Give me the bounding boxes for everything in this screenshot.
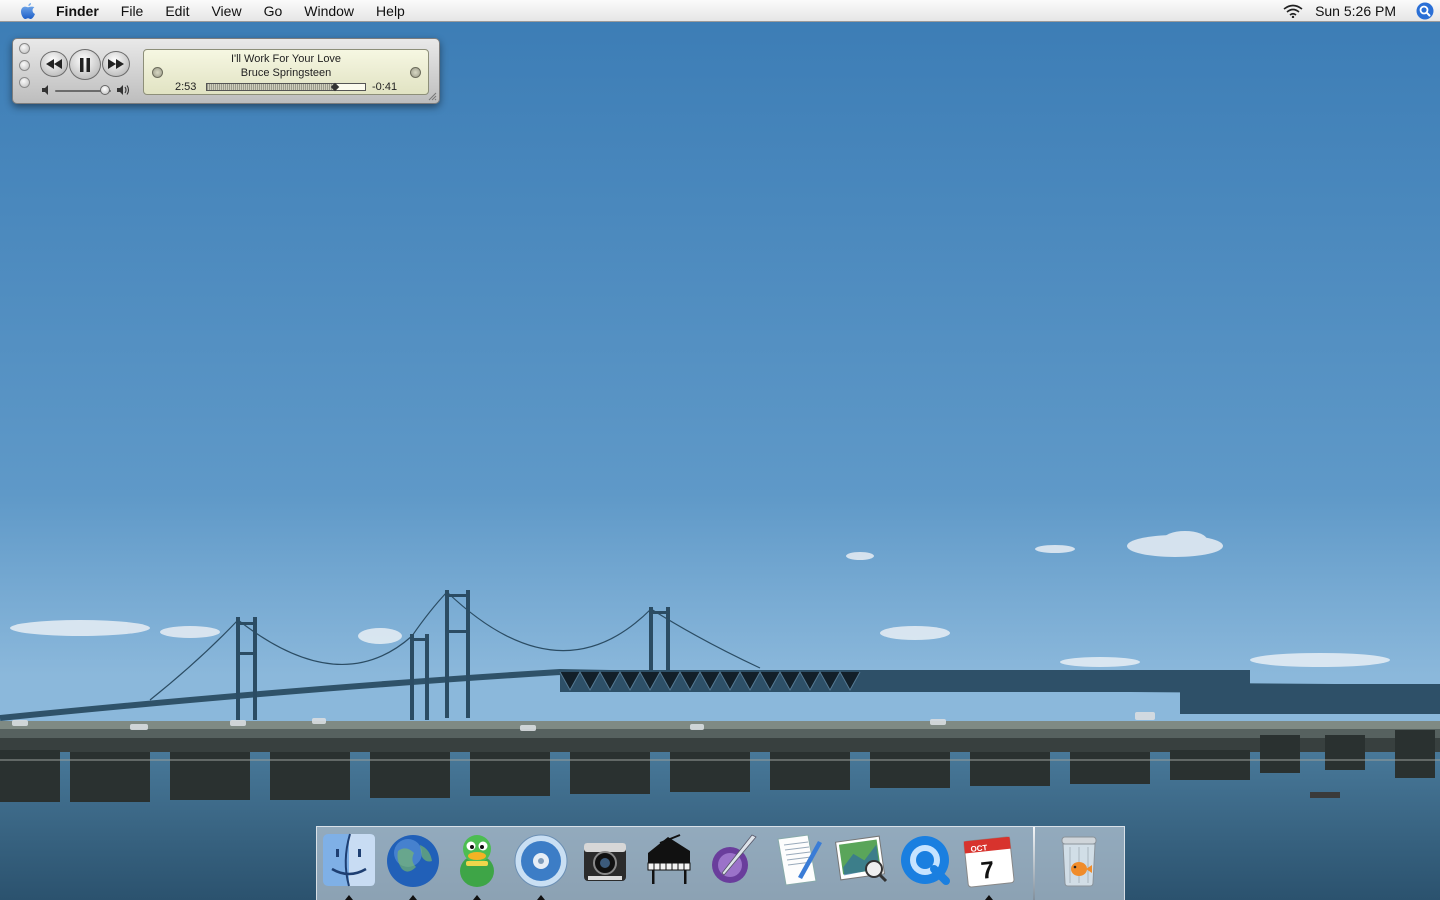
- wifi-icon: [1283, 4, 1303, 18]
- finder-icon: [323, 833, 375, 887]
- dock-item-network-browser[interactable]: [381, 827, 445, 900]
- zoom-window-button[interactable]: [19, 77, 30, 88]
- dock-item-preview[interactable]: [829, 827, 893, 900]
- pause-icon: [80, 57, 90, 72]
- calendar-month: OCT: [970, 843, 988, 854]
- dock-item-textedit[interactable]: [765, 827, 829, 900]
- apple-menu[interactable]: [0, 0, 56, 22]
- menu-file[interactable]: File: [110, 0, 155, 22]
- menu-finder[interactable]: Finder: [56, 0, 110, 22]
- dock-item-photo-booth[interactable]: [573, 827, 637, 900]
- camera-icon: [584, 843, 626, 881]
- dock-item-garageband[interactable]: [637, 827, 701, 900]
- close-window-button[interactable]: [19, 43, 30, 54]
- desktop-wallpaper: [0, 0, 1440, 900]
- song-title: I'll Work For Your Love: [230, 53, 342, 65]
- snapback-button[interactable]: [152, 67, 163, 78]
- quicktime-icon: [901, 836, 950, 885]
- document-pen-icon: [777, 834, 822, 886]
- running-indicator: [537, 895, 545, 900]
- dock-divider: [1033, 827, 1035, 900]
- rewind-icon: [46, 59, 62, 69]
- running-indicator: [345, 895, 353, 900]
- calendar-icon: OCT 7: [963, 836, 1015, 888]
- artist-name: Bruce Springsteen: [240, 67, 332, 79]
- menu-bar: Finder File Edit View Go Window Help Sun…: [0, 0, 1440, 22]
- elapsed-time: 2:53: [175, 81, 197, 93]
- trash-icon: [1061, 836, 1097, 887]
- dock-item-ical[interactable]: OCT 7: [957, 827, 1021, 900]
- playback-progress-bar[interactable]: [206, 82, 366, 92]
- dvd-disc-icon: [514, 834, 568, 888]
- menu-window[interactable]: Window: [293, 0, 365, 22]
- dock-item-quill-app[interactable]: [701, 827, 765, 900]
- spotlight-search-icon: [1416, 2, 1434, 19]
- dock-item-adium[interactable]: [445, 827, 509, 900]
- apple-logo-icon: [21, 2, 35, 19]
- menu-edit[interactable]: Edit: [154, 0, 200, 22]
- volume-high-icon: [117, 85, 130, 95]
- remaining-time: -0:41: [372, 81, 398, 93]
- running-indicator: [473, 895, 481, 900]
- rewind-button[interactable]: [40, 51, 68, 77]
- menu-clock[interactable]: Sun 5:26 PM: [1305, 0, 1410, 22]
- dock-item-dvd-player[interactable]: [509, 827, 573, 900]
- grand-piano-icon: [647, 834, 691, 884]
- volume-low-icon: [42, 85, 48, 95]
- display-mode-button[interactable]: [410, 67, 421, 78]
- globe-icon: [387, 835, 439, 887]
- volume-slider-knob[interactable]: [100, 85, 111, 95]
- menu-help[interactable]: Help: [365, 0, 416, 22]
- dock-item-trash[interactable]: [1047, 827, 1111, 900]
- fast-forward-button[interactable]: [102, 51, 130, 77]
- pause-button[interactable]: [69, 49, 101, 80]
- fast-forward-icon: [108, 59, 124, 69]
- calendar-day: 7: [980, 857, 996, 885]
- wifi-status[interactable]: [1281, 0, 1305, 22]
- now-playing-display: I'll Work For Your Love Bruce Springstee…: [143, 49, 429, 95]
- preview-photo-icon: [835, 835, 888, 883]
- minimize-window-button[interactable]: [19, 60, 30, 71]
- resize-grip-icon[interactable]: [428, 92, 437, 101]
- quill-pen-icon: [712, 834, 757, 883]
- progress-fill: [207, 84, 335, 90]
- running-indicator: [409, 895, 417, 900]
- itunes-mini-player[interactable]: I'll Work For Your Love Bruce Springstee…: [12, 38, 440, 104]
- menu-go[interactable]: Go: [253, 0, 294, 22]
- menu-view[interactable]: View: [200, 0, 252, 22]
- dock: OCT 7: [316, 826, 1125, 900]
- duck-icon: [460, 835, 494, 887]
- spotlight-button[interactable]: [1410, 0, 1440, 22]
- running-indicator: [985, 895, 993, 900]
- dock-item-finder[interactable]: [317, 827, 381, 900]
- dock-item-quicktime[interactable]: [893, 827, 957, 900]
